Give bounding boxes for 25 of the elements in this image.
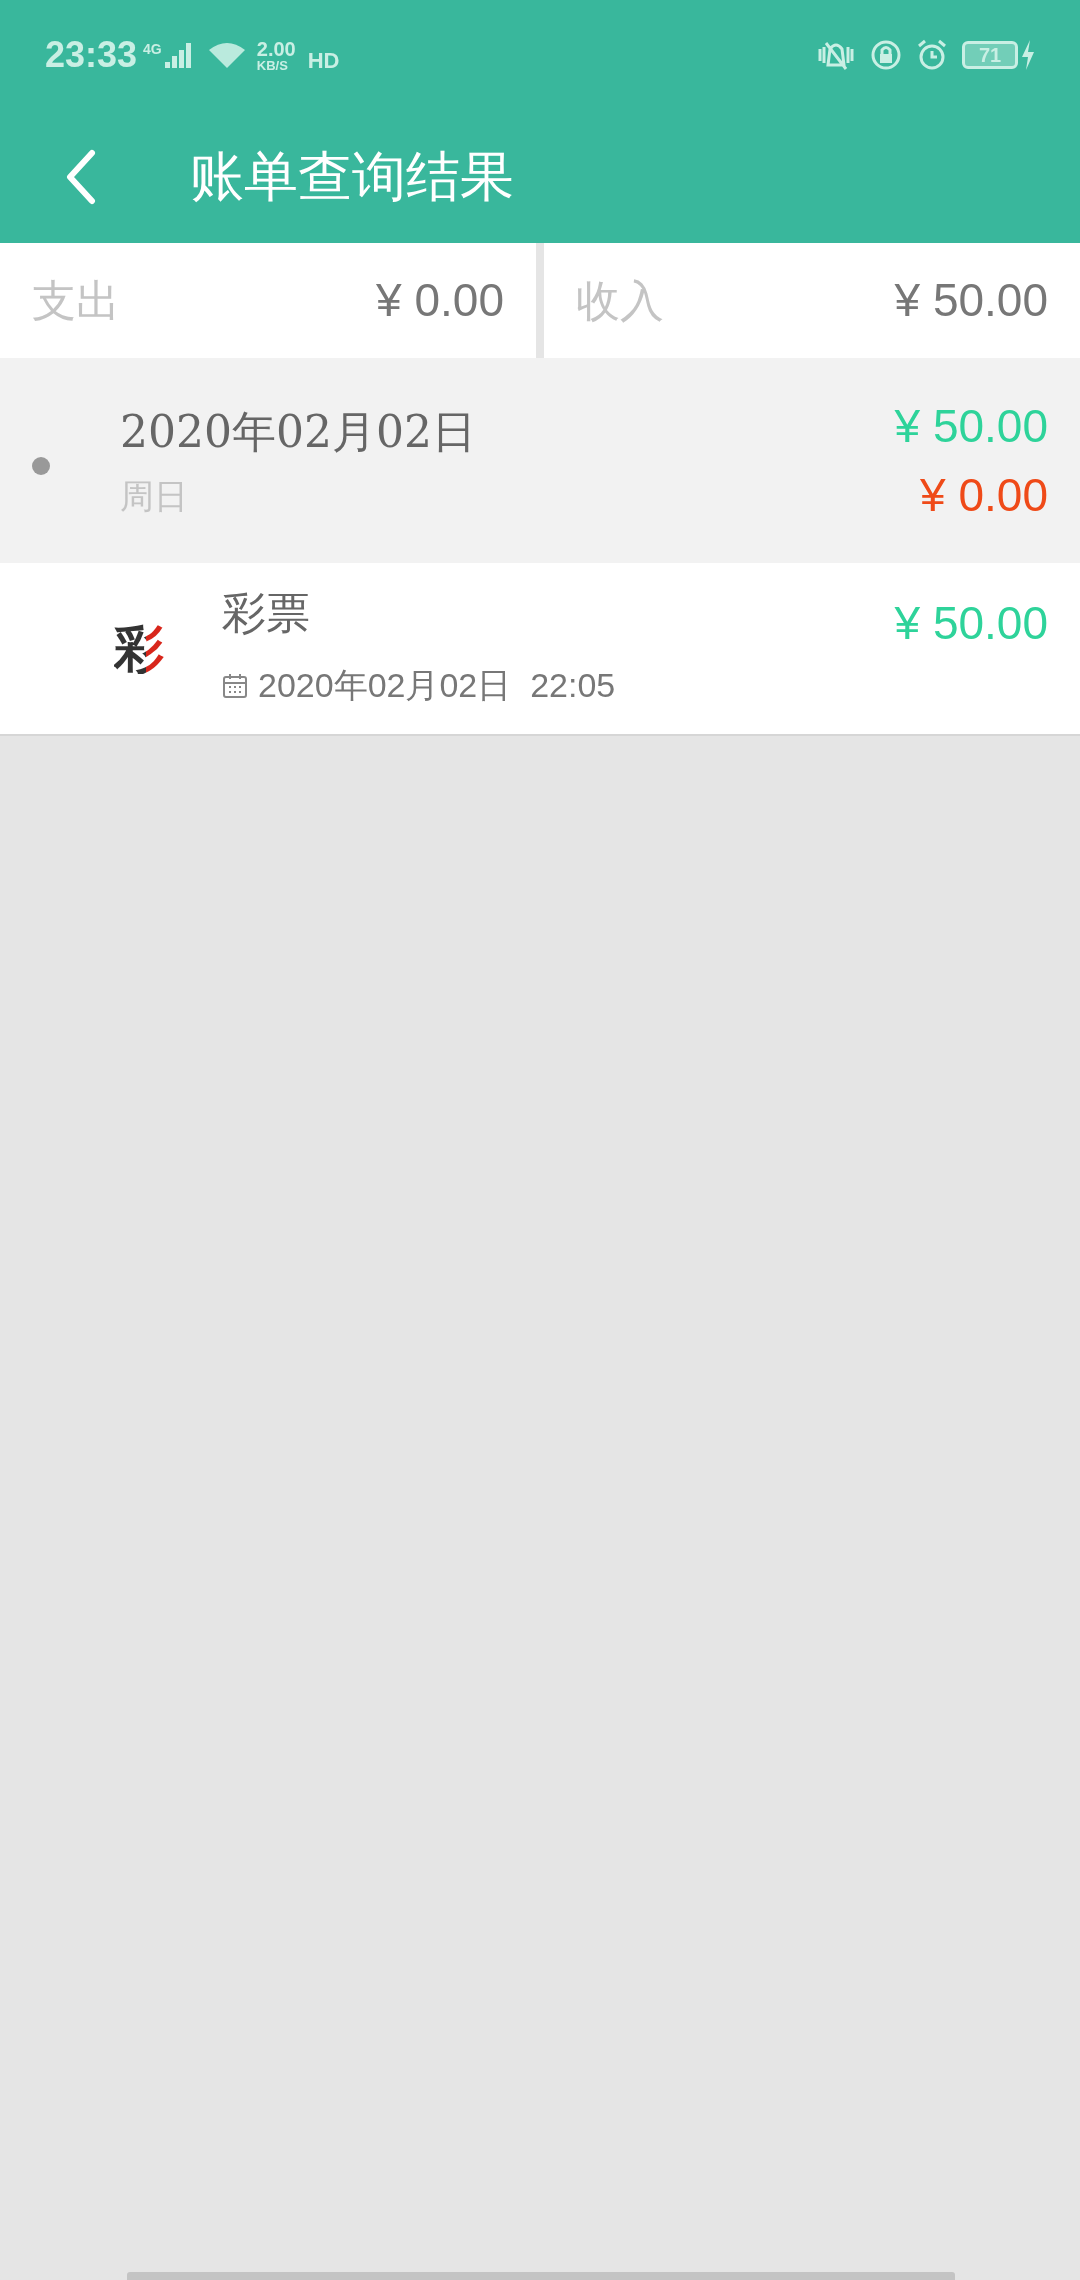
day-expense: ¥ 0.00: [920, 467, 1048, 523]
summary-amount: ¥ 0.00: [376, 273, 504, 328]
rotation-lock-icon: [870, 39, 902, 71]
bill-entry[interactable]: 彩 彩票 2020年02月02日 22:05 ¥ 50.00: [0, 563, 1080, 736]
signal-icon: [164, 42, 191, 68]
page-title: 账单查询结果: [190, 144, 514, 210]
back-icon: [64, 148, 96, 205]
battery-indicator: 71: [962, 41, 1018, 69]
entry-time: 2020年02月02日 22:05: [258, 665, 616, 706]
calendar-icon: [222, 672, 248, 699]
summary-amount: ¥ 50.00: [894, 273, 1048, 328]
clock-time: 23:33: [45, 33, 138, 77]
network-type: 4G: [143, 42, 162, 56]
summary-label: 支出: [32, 273, 120, 328]
entry-name: 彩票: [222, 586, 311, 640]
alarm-icon: [916, 39, 948, 71]
speed-unit: KB/S: [256, 58, 289, 72]
vibrate-icon: [816, 39, 856, 71]
hd-label: HD: [307, 46, 340, 75]
charging-icon: [1021, 40, 1035, 70]
day-date: 2020年02月02日: [120, 405, 477, 459]
day-income: ¥ 50.00: [894, 398, 1048, 454]
entry-amount: ¥ 50.00: [894, 596, 1048, 651]
network-speed: 2.00: [256, 38, 296, 59]
summary-label: 收入: [576, 273, 664, 328]
